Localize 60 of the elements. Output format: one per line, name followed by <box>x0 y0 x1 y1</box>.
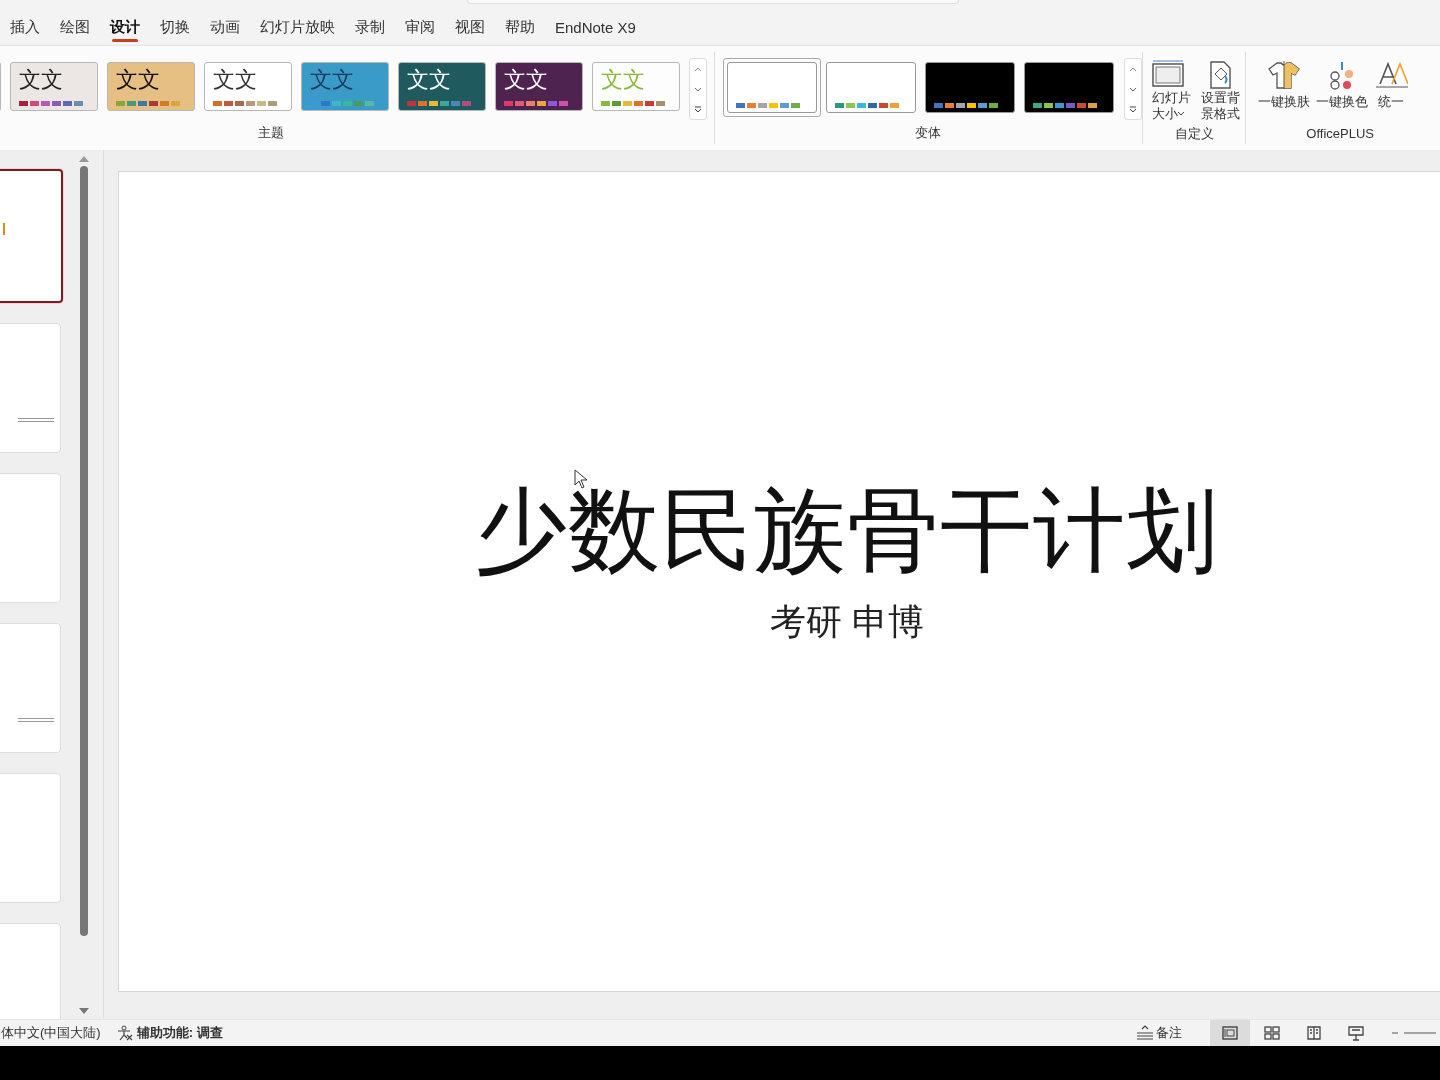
accessibility-status[interactable]: 辅助功能: 调查 <box>116 1023 223 1042</box>
menu-tab[interactable]: 视图 <box>445 12 495 43</box>
menu-tab[interactable]: 动画 <box>200 12 250 43</box>
mouse-pointer-icon <box>574 469 588 489</box>
expand-gallery-icon[interactable] <box>1128 105 1137 113</box>
group-label: OfficePLUS <box>1306 124 1374 143</box>
theme-sample-text: 文文 <box>601 66 645 94</box>
theme-sample-text: 文文 <box>504 66 548 94</box>
group-label: 变体 <box>915 124 942 142</box>
scroll-down-icon[interactable] <box>694 86 702 92</box>
shirt-icon <box>1267 60 1302 90</box>
group-label: 自定义 <box>1174 125 1214 143</box>
ribbon-button[interactable]: 统一 <box>1372 58 1411 112</box>
ribbon-button[interactable]: 设置背景格式 <box>1197 58 1243 124</box>
theme-thumbnail[interactable]: 文文 <box>495 62 583 111</box>
menu-tab[interactable]: 审阅 <box>395 12 445 43</box>
theme-thumbnail[interactable]: 文文 <box>398 62 486 111</box>
expand-gallery-icon[interactable] <box>694 105 702 113</box>
menu-tab[interactable]: 幻灯片放映 <box>250 12 345 43</box>
slide-title: 少数民族骨干计划 <box>475 484 1219 576</box>
variant-thumbnail[interactable] <box>1023 62 1114 113</box>
ribbon-button[interactable]: 一键换肤 <box>1256 58 1313 112</box>
slide-size-icon <box>1150 60 1186 90</box>
variant-thumbnail[interactable] <box>825 62 916 113</box>
theme-thumbnail[interactable]: 文文 <box>301 62 389 111</box>
zoom-bar-drawing[interactable] <box>1392 1030 1436 1035</box>
menu-tab[interactable]: 设计 <box>100 12 150 43</box>
group-label: 主题 <box>258 124 284 142</box>
theme-sample-text: 文文 <box>407 66 451 94</box>
variant-thumbnail[interactable] <box>924 62 1015 113</box>
scroll-down-icon[interactable] <box>1128 86 1137 92</box>
menu-tab[interactable]: 录制 <box>345 12 395 43</box>
view-button[interactable] <box>1210 1020 1250 1046</box>
menu-tab[interactable]: 插入 <box>0 12 50 43</box>
scrollbar-thumb[interactable] <box>80 166 89 936</box>
menu-tab[interactable]: 绘图 <box>50 12 100 43</box>
theme-sample-text: 文文 <box>19 66 63 94</box>
notes-button[interactable]: 备注 <box>1130 1022 1188 1043</box>
theme-sample-text: 文文 <box>310 66 354 94</box>
language-status[interactable]: 体中文(中国大陆) <box>1 1023 101 1042</box>
menu-tab[interactable]: EndNote X9 <box>545 12 646 43</box>
accessibility-icon <box>116 1024 133 1041</box>
menu-tab[interactable]: 切换 <box>150 12 200 43</box>
menu-tab[interactable]: 帮助 <box>495 12 545 43</box>
scroll-up-icon[interactable] <box>1128 66 1137 72</box>
ribbon-button[interactable]: 一键换色 <box>1314 58 1371 112</box>
ribbon-button[interactable]: 幻灯片大小 <box>1145 58 1191 124</box>
theme-thumbnail[interactable]: 文文 <box>10 62 98 111</box>
scroll-up-icon[interactable] <box>694 66 702 72</box>
slide-subtitle: 考研 申博 <box>770 604 924 640</box>
notes-icon <box>1136 1024 1154 1041</box>
book-view-icon <box>1305 1024 1323 1041</box>
theme-thumbnail[interactable]: 文文 <box>204 62 292 111</box>
theme-sample-text: 文文 <box>213 66 257 94</box>
theme-thumbnail[interactable]: 文文 <box>107 62 195 111</box>
font-icon <box>1374 60 1409 90</box>
normal-view-icon <box>1221 1024 1239 1041</box>
slideshow-view-icon <box>1347 1024 1365 1041</box>
grid-view-icon <box>1263 1024 1281 1041</box>
theme-sample-text: 文文 <box>116 66 160 94</box>
